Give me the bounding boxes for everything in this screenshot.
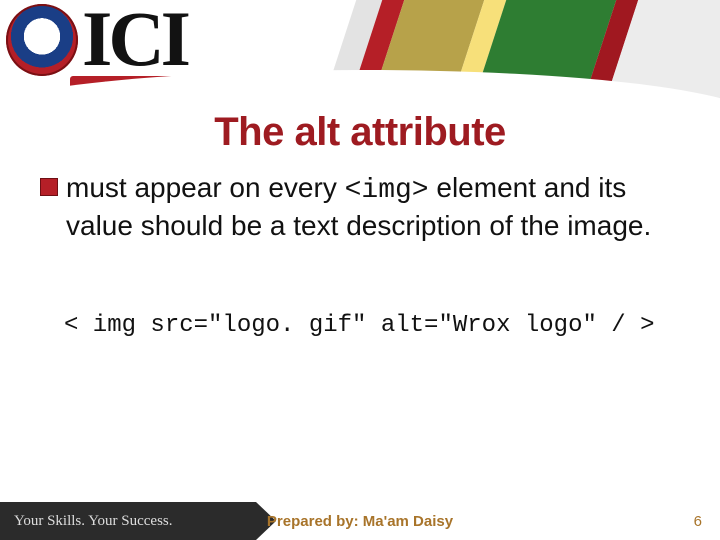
square-bullet-icon	[40, 178, 58, 196]
bullet-text: must appear on every <img> element and i…	[66, 170, 680, 243]
footer: Your Skills. Your Success. Prepared by: …	[0, 498, 720, 540]
logo-text: ICI	[82, 0, 187, 78]
footer-prepared-by: Prepared by: Ma'am Daisy	[0, 513, 720, 530]
inline-code: <img>	[345, 175, 429, 206]
code-example: < img src="logo. gif" alt="Wrox logo" / …	[64, 312, 680, 339]
slide-title: The alt attribute	[0, 110, 720, 155]
title-prefix: The	[214, 110, 294, 154]
slide: ICI 15 years The alt attribute must appe…	[0, 0, 720, 540]
bullet-text-pre: must appear on every	[66, 172, 345, 203]
title-keyword: alt	[294, 110, 339, 154]
bullet-item: must appear on every <img> element and i…	[40, 170, 680, 243]
school-seal-icon	[6, 4, 78, 76]
page-number: 6	[694, 513, 702, 530]
header-banner: ICI 15 years	[0, 0, 720, 100]
slide-body: must appear on every <img> element and i…	[40, 170, 680, 243]
title-suffix: attribute	[340, 110, 506, 154]
